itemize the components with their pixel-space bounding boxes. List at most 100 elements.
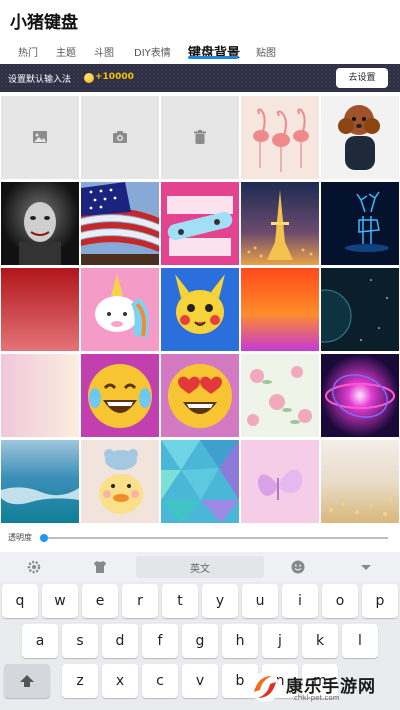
key-j[interactable]: j — [262, 624, 298, 658]
go-settings-button[interactable]: 去设置 — [336, 68, 388, 88]
bg-ocean-water[interactable] — [1, 440, 79, 523]
key-i[interactable]: i — [282, 584, 318, 618]
key-x[interactable]: x — [102, 664, 138, 698]
language-indicator[interactable]: 英文 — [140, 560, 260, 575]
bg-neon-galaxy-swirl[interactable] — [321, 354, 399, 437]
bg-duck-toy[interactable] — [81, 440, 159, 523]
bg-pikachu-sequin[interactable] — [161, 268, 239, 351]
skateboard-thumbnail — [161, 182, 239, 265]
bg-red-gradient[interactable] — [1, 268, 79, 351]
watermark-logo-icon — [250, 672, 280, 702]
bg-flamingos[interactable] — [241, 96, 319, 179]
key-z[interactable]: z — [62, 664, 98, 698]
key-p[interactable]: p — [362, 584, 398, 618]
banner-text: 设置默认输入法 — [8, 75, 72, 85]
key-s[interactable]: s — [62, 624, 98, 658]
bg-orange-red-gradient[interactable] — [241, 268, 319, 351]
key-o[interactable]: o — [322, 584, 358, 618]
watermark-url: chkl-pet.com — [294, 694, 340, 702]
key-t[interactable]: t — [162, 584, 198, 618]
ocean-thumbnail — [1, 440, 79, 523]
geometric-thumbnail — [161, 440, 239, 523]
collapse-keyboard-icon[interactable] — [358, 559, 374, 575]
flamingos-thumbnail — [241, 96, 319, 179]
bg-clown-dark[interactable] — [1, 182, 79, 265]
bg-skateboard-sequin[interactable] — [161, 182, 239, 265]
galaxy-swirl-thumbnail — [321, 354, 399, 437]
key-g[interactable]: g — [182, 624, 218, 658]
opacity-label: 透明度 — [8, 533, 32, 542]
tab-theme[interactable]: 主题 — [56, 44, 76, 59]
camera-icon — [113, 131, 127, 143]
tab-hot[interactable]: 热门 — [18, 44, 38, 59]
delete-background-button[interactable] — [161, 96, 239, 179]
planet-thumbnail — [321, 268, 399, 351]
opacity-slider-thumb[interactable] — [40, 534, 48, 542]
key-a[interactable]: a — [22, 624, 58, 658]
poodle-thumbnail — [321, 96, 399, 179]
key-d[interactable]: d — [102, 624, 138, 658]
glitter-thumbnail — [321, 440, 399, 523]
set-default-banner: 设置默认输入法 +10000 去设置 — [0, 64, 400, 92]
key-r[interactable]: r — [122, 584, 158, 618]
bg-geometric-teal[interactable] — [161, 440, 239, 523]
app-title: 小猪键盘 — [10, 13, 78, 33]
clown-thumbnail — [1, 182, 79, 265]
key-w[interactable]: w — [42, 584, 78, 618]
tab-meme[interactable]: 斗图 — [94, 44, 114, 59]
key-e[interactable]: e — [82, 584, 118, 618]
image-icon — [33, 131, 47, 143]
bg-american-flag[interactable] — [81, 182, 159, 265]
duck-thumbnail — [81, 440, 159, 523]
bg-peach-gradient[interactable] — [1, 354, 79, 437]
trash-icon — [194, 130, 206, 144]
bg-unicorn-sequin[interactable] — [81, 268, 159, 351]
background-grid — [0, 96, 400, 524]
coin-icon — [84, 73, 94, 83]
keyboard-background-screen: 小猪键盘 热门 主题 斗图 DIY表情 键盘背景 贴图 设置默认输入法 +100… — [0, 0, 400, 710]
flag-thumbnail — [81, 182, 159, 265]
tab-stickers[interactable]: 贴图 — [256, 44, 276, 59]
key-u[interactable]: u — [242, 584, 278, 618]
bg-blue-neon-deer[interactable] — [321, 182, 399, 265]
shift-key[interactable] — [4, 664, 50, 698]
bg-poodle-dog[interactable] — [321, 96, 399, 179]
keyboard-toolbar: 英文 — [0, 552, 400, 582]
key-y[interactable]: y — [202, 584, 238, 618]
key-q[interactable]: q — [2, 584, 38, 618]
unicorn-thumbnail — [81, 268, 159, 351]
opacity-slider-track[interactable] — [42, 537, 388, 539]
butterfly-thumbnail — [241, 440, 319, 523]
heart-eyes-emoji-thumbnail — [161, 354, 239, 437]
category-tabs: 热门 主题 斗图 DIY表情 键盘背景 贴图 — [0, 44, 400, 64]
deer-thumbnail — [321, 182, 399, 265]
active-tab-indicator — [188, 56, 238, 59]
key-v[interactable]: v — [182, 664, 218, 698]
key-h[interactable]: h — [222, 624, 258, 658]
key-l[interactable]: l — [342, 624, 378, 658]
bg-eiffel-tower-night[interactable] — [241, 182, 319, 265]
floral-thumbnail — [241, 354, 319, 437]
key-f[interactable]: f — [142, 624, 178, 658]
gear-icon[interactable] — [26, 559, 42, 575]
bg-pink-butterfly[interactable] — [241, 440, 319, 523]
tab-diy-emoji[interactable]: DIY表情 — [134, 44, 171, 59]
take-photo-button[interactable] — [81, 96, 159, 179]
bg-floral-pastel[interactable] — [241, 354, 319, 437]
bg-gold-glitter[interactable] — [321, 440, 399, 523]
eiffel-thumbnail — [241, 182, 319, 265]
emoji-face-icon[interactable] — [290, 559, 306, 575]
shift-arrow-icon — [20, 675, 34, 687]
key-c[interactable]: c — [142, 664, 178, 698]
skin-shirt-icon[interactable] — [92, 559, 108, 575]
pick-image-button[interactable] — [1, 96, 79, 179]
site-watermark: 康乐手游网 chkl-pet.com — [248, 670, 398, 706]
coin-reward: +10000 — [95, 72, 134, 82]
pikachu-thumbnail — [161, 268, 239, 351]
laughing-emoji-thumbnail — [81, 354, 159, 437]
opacity-slider-row: 透明度 — [0, 528, 400, 548]
key-k[interactable]: k — [302, 624, 338, 658]
bg-heart-eyes-emoji-sequin[interactable] — [161, 354, 239, 437]
bg-space-planet[interactable] — [321, 268, 399, 351]
bg-laughing-emoji-sequin[interactable] — [81, 354, 159, 437]
